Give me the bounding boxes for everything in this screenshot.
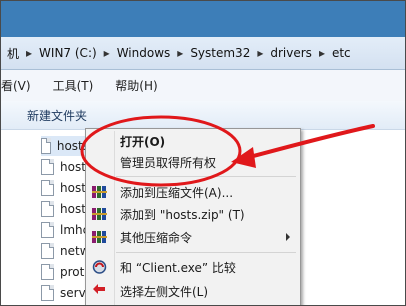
file-name: serv	[60, 286, 86, 300]
file-icon	[41, 180, 54, 196]
compare-icon	[92, 260, 107, 274]
breadcrumb-system32[interactable]: System32	[190, 37, 250, 69]
new-folder-button[interactable]: 新建文件夹	[27, 107, 87, 124]
list-item[interactable]: lmhc	[41, 220, 89, 240]
list-item[interactable]: netw	[41, 241, 90, 261]
chevron-right-icon[interactable]: ▸	[19, 46, 39, 60]
file-name: prot	[60, 265, 85, 279]
list-item[interactable]: hosts	[41, 136, 89, 156]
explorer-window: 机 ▸ WIN7 (C:) ▸ Windows ▸ System32 ▸ dri…	[0, 0, 406, 306]
breadcrumb-drive[interactable]: WIN7 (C:)	[39, 37, 97, 69]
breadcrumb-label: System32	[190, 46, 251, 60]
breadcrumb-drivers[interactable]: drivers	[270, 37, 312, 69]
menu-item-label: 和 “Client.exe” 比较	[120, 260, 236, 275]
menu-item-label: 添加到压缩文件(A)...	[120, 185, 234, 200]
chevron-right-icon[interactable]: ▸	[97, 46, 117, 60]
chevron-right-icon[interactable]: ▸	[250, 46, 270, 60]
menu-item-compare-with-client[interactable]: 和 “Client.exe” 比较	[86, 256, 300, 278]
breadcrumb-label: WIN7 (C:)	[39, 46, 97, 60]
menu-view[interactable]: 查看(V)	[1, 77, 31, 94]
menu-separator	[116, 252, 296, 253]
menu-bar: 查看(V) 工具(T) 帮助(H)	[1, 70, 405, 102]
menu-item-add-to-archive[interactable]: 添加到压缩文件(A)...	[86, 181, 300, 203]
winrar-icon	[92, 231, 107, 243]
menu-item-label: 选择左侧文件(L)	[120, 284, 209, 299]
menu-item-label: 打开(O)	[120, 134, 166, 149]
menu-help[interactable]: 帮助(H)	[115, 77, 157, 94]
file-icon	[41, 243, 54, 259]
context-menu: 打开(O) 管理员取得所有权 添加到压缩文件(A)... 添加到 "hosts.…	[85, 128, 301, 305]
toolbar: 新建文件夹	[1, 101, 405, 130]
menu-tools[interactable]: 工具(T)	[53, 77, 94, 94]
breadcrumb-label: etc	[331, 46, 351, 60]
chevron-right-icon[interactable]: ▸	[312, 46, 332, 60]
menu-separator	[116, 176, 296, 177]
breadcrumb-computer[interactable]: 机	[7, 37, 19, 69]
file-icon	[41, 222, 54, 238]
address-bar[interactable]: 机 ▸ WIN7 (C:) ▸ Windows ▸ System32 ▸ dri…	[1, 37, 405, 70]
menu-item-label: 其他压缩命令	[120, 230, 193, 245]
menu-item-select-left-file[interactable]: 选择左侧文件(L)	[86, 280, 300, 302]
menu-item-add-to-hosts-zip[interactable]: 添加到 "hosts.zip" (T)	[86, 203, 300, 225]
breadcrumb-etc[interactable]: etc	[332, 37, 351, 69]
winrar-icon	[92, 186, 107, 198]
select-left-icon	[93, 284, 105, 294]
file-icon	[41, 138, 51, 154]
submenu-arrow-icon	[286, 233, 290, 241]
menu-item-take-ownership[interactable]: 管理员取得所有权	[86, 151, 300, 173]
winrar-icon	[92, 208, 107, 220]
list-item[interactable]: serv	[41, 283, 86, 303]
breadcrumb-label: Windows	[116, 46, 171, 60]
menu-item-label: 添加到 "hosts.zip" (T)	[120, 207, 245, 222]
file-icon	[41, 201, 54, 217]
list-item[interactable]: prot	[41, 262, 84, 282]
breadcrumb-label: 机	[7, 46, 20, 61]
menu-item-label: 管理员取得所有权	[120, 155, 217, 170]
menu-item-open[interactable]: 打开(O)	[86, 130, 300, 152]
breadcrumb-windows[interactable]: Windows	[117, 37, 171, 69]
file-icon	[41, 264, 54, 280]
breadcrumb-label: drivers	[270, 46, 312, 60]
file-icon	[41, 285, 54, 301]
file-icon	[41, 159, 54, 175]
title-bar	[1, 1, 405, 37]
chevron-right-icon[interactable]: ▸	[170, 46, 190, 60]
menu-item-other-compress[interactable]: 其他压缩命令	[86, 226, 300, 248]
